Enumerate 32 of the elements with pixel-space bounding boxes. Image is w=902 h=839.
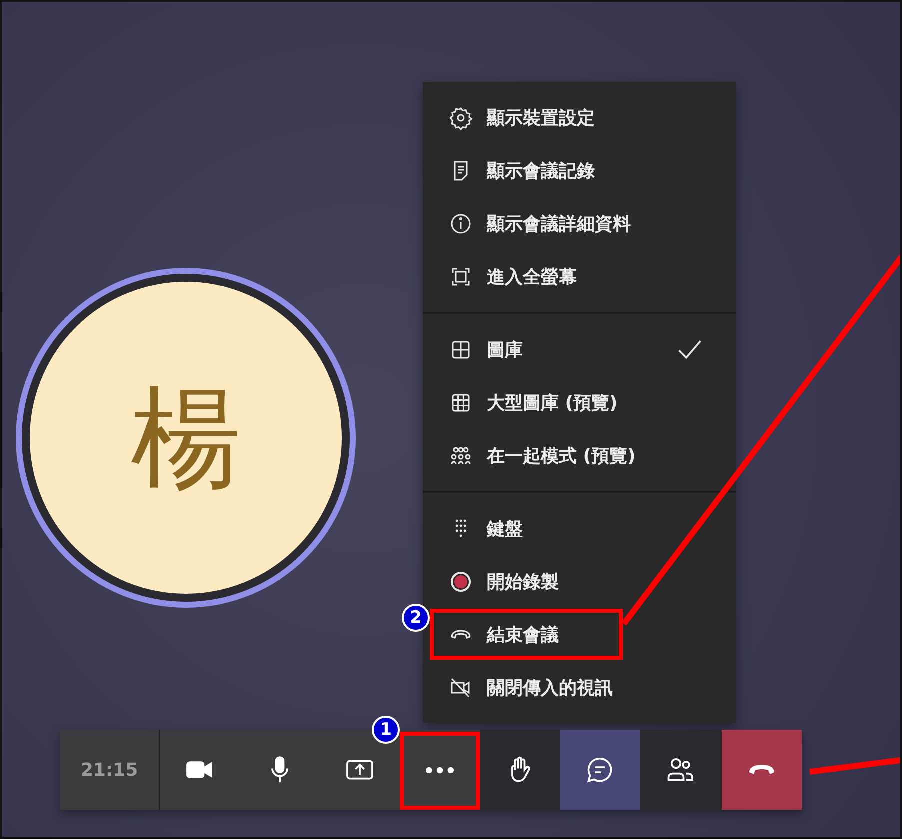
- menu-item-label: 圖庫: [487, 338, 523, 362]
- menu-item[interactable]: 在一起模式 (預覽): [423, 429, 736, 482]
- more-icon: [426, 766, 454, 774]
- videooff-icon: [449, 676, 473, 700]
- menu-item-label: 大型圖庫 (預覽): [487, 392, 618, 414]
- menu-item-label: 關閉傳入的視訊: [487, 676, 613, 700]
- menu-item[interactable]: 顯示會議記錄: [423, 144, 736, 197]
- chat-button[interactable]: [560, 730, 640, 810]
- step-number-badge: 1: [372, 716, 400, 744]
- menu-item[interactable]: 大型圖庫 (預覽): [423, 376, 736, 429]
- menu-item-label: 結束會議: [487, 624, 559, 646]
- gear-icon: [449, 106, 473, 130]
- menu-item[interactable]: 圖庫: [423, 323, 736, 376]
- menu-item-label: 鍵盤: [487, 518, 523, 540]
- menu-item-label: 進入全螢幕: [487, 266, 577, 288]
- info-icon: [449, 212, 473, 236]
- menu-item[interactable]: 顯示裝置設定: [423, 91, 736, 144]
- step-number-badge: 2: [402, 604, 430, 632]
- menu-item-label: 顯示會議記錄: [487, 160, 595, 182]
- menu-item[interactable]: 鍵盤: [423, 502, 736, 555]
- avatar-initial: 楊: [131, 383, 241, 493]
- record-icon: [449, 570, 473, 594]
- menu-item-label: 開始錄製: [487, 570, 559, 594]
- camera-button[interactable]: [160, 730, 240, 810]
- menu-item[interactable]: 顯示會議詳細資料: [423, 197, 736, 250]
- menu-item[interactable]: 關閉傳入的視訊: [423, 661, 736, 714]
- menu-item-label: 顯示裝置設定: [487, 106, 595, 130]
- menu-item-label: 在一起模式 (預覽): [487, 444, 636, 468]
- chat-icon: [585, 755, 615, 785]
- menu-item[interactable]: 進入全螢幕: [423, 250, 736, 303]
- menu-item-label: 顯示會議詳細資料: [487, 212, 631, 236]
- meeting-timer: 21:15: [60, 730, 160, 810]
